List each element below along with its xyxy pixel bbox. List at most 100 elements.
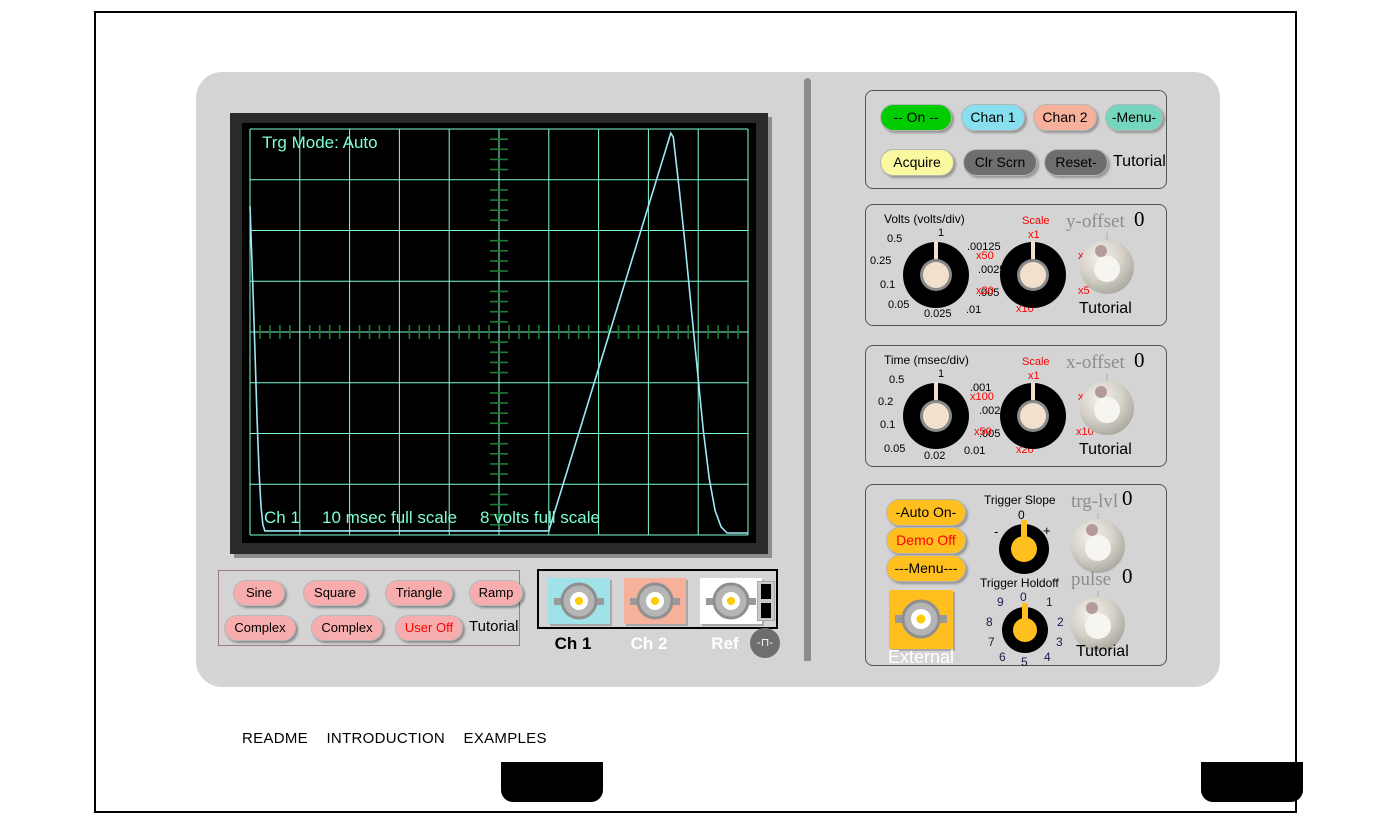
x-offset-value: 0: [1134, 348, 1145, 372]
doc-links: README INTRODUCTION EXAMPLES: [242, 730, 561, 747]
pulse-shape-button[interactable]: -⊓-: [750, 628, 780, 658]
trigger-holdoff-knob[interactable]: [1000, 603, 1050, 653]
control-tutorial-link[interactable]: Tutorial: [1113, 153, 1166, 171]
power-on-button[interactable]: -- On --: [880, 104, 952, 131]
holdoff-tick-8: 8: [986, 615, 993, 629]
y-offset-knob[interactable]: [1079, 239, 1135, 295]
y-offset-title: y-offset: [1066, 211, 1125, 232]
connector-label-ch2: Ch 2: [630, 634, 668, 653]
time-tick-002: .002: [979, 405, 1001, 417]
crt-display[interactable]: Trg Mode: Auto Ch 1 10 msec full scale 8…: [242, 123, 756, 543]
chan1-button[interactable]: Chan 1: [961, 104, 1025, 131]
case-divider: [804, 78, 811, 661]
time-tick-02: 0.02: [924, 450, 946, 462]
volts-panel-title: Volts (volts/div): [884, 212, 965, 226]
volts-tick-1: 1: [938, 227, 945, 239]
volts-tutorial-link[interactable]: Tutorial: [1079, 300, 1132, 318]
time-panel: Time (msec/div) 1 .001 .002 .005 0.01 0.…: [865, 345, 1167, 467]
holdoff-tick-7: 7: [988, 635, 995, 649]
trg-lvl-knob[interactable]: [1070, 518, 1126, 574]
reset-button[interactable]: Reset-: [1044, 149, 1108, 176]
link-examples[interactable]: EXAMPLES: [464, 730, 547, 747]
external-bnc-plate[interactable]: [889, 590, 953, 649]
time-scale-title: Scale: [1022, 356, 1050, 368]
volts-tick-05: 0.5: [887, 233, 903, 245]
time-tick-01b: 0.1: [880, 419, 896, 431]
waveform-square-button[interactable]: Square: [303, 580, 367, 606]
connector-label-ref: Ref: [711, 634, 739, 653]
bnc-plate-ch2[interactable]: [624, 578, 686, 624]
volts-tick-025: 0.25: [870, 255, 892, 267]
waveform-sine-button[interactable]: Sine: [233, 580, 285, 606]
trigger-holdoff-title: Trigger Holdoff: [980, 576, 1059, 590]
screen-channel-text: Ch 1: [264, 508, 300, 527]
volts-knob[interactable]: [902, 241, 970, 309]
trigger-tutorial-link[interactable]: Tutorial: [1076, 643, 1129, 661]
volts-scale-x1: x1: [1028, 229, 1040, 241]
bnc-plate-ref[interactable]: [700, 578, 762, 624]
pulse-title: pulse: [1071, 569, 1112, 590]
acquire-button[interactable]: Acquire: [880, 149, 954, 176]
volts-scale-knob[interactable]: [999, 241, 1067, 309]
holdoff-tick-2: 2: [1057, 615, 1064, 629]
bnc-icon-ch2: [630, 582, 680, 620]
trigger-menu-button[interactable]: ---Menu---: [886, 555, 966, 582]
screen-voltscale-text: 8 volts full scale: [480, 508, 600, 527]
volts-tick-0025b: 0.025: [924, 308, 952, 320]
time-scale-x100: x100: [970, 391, 994, 403]
time-knob[interactable]: [902, 382, 970, 450]
oscilloscope-case: Trg Mode: Auto Ch 1 10 msec full scale 8…: [196, 72, 1303, 802]
time-tick-1: 1: [938, 368, 945, 380]
time-panel-title: Time (msec/div): [884, 353, 969, 367]
waveform-complex1-button[interactable]: Complex: [224, 615, 296, 641]
x-offset-knob[interactable]: [1079, 380, 1135, 436]
menu-button[interactable]: -Menu-: [1105, 104, 1163, 131]
waveform-tutorial-link[interactable]: Tutorial: [469, 618, 518, 635]
bnc-icon-ref: [706, 582, 756, 620]
connector-panel: [537, 569, 778, 629]
link-introduction[interactable]: INTRODUCTION: [326, 730, 445, 747]
trigger-auto-button[interactable]: -Auto On-: [886, 499, 966, 526]
bnc-plate-ch1[interactable]: [548, 578, 610, 624]
volts-scale-x50: x50: [976, 250, 994, 262]
holdoff-tick-0: 0: [1020, 590, 1027, 604]
time-tutorial-link[interactable]: Tutorial: [1079, 441, 1132, 459]
pulse-value: 0: [1122, 564, 1133, 588]
volts-scale-x20: x20: [976, 285, 994, 297]
y-offset-value: 0: [1134, 207, 1145, 231]
volts-scale-title: Scale: [1022, 215, 1050, 227]
bnc-icon-ch1: [554, 582, 604, 620]
external-label: External: [888, 647, 955, 667]
terminal-strip-icon[interactable]: [757, 581, 775, 621]
waveform-ramp-button[interactable]: Ramp: [469, 580, 523, 606]
case-foot-left: [501, 762, 603, 802]
volts-panel: Volts (volts/div) 1 .00125 .0025 .005 .0…: [865, 204, 1167, 326]
waveform-complex2-button[interactable]: Complex: [311, 615, 383, 641]
trigger-slope-title: Trigger Slope: [984, 493, 1056, 507]
time-scale-x50: x50: [974, 426, 992, 438]
link-readme[interactable]: README: [242, 730, 308, 747]
clear-screen-button[interactable]: Clr Scrn: [963, 149, 1037, 176]
time-tick-02b: 0.2: [878, 396, 894, 408]
waveform-user-button[interactable]: User Off: [395, 615, 463, 641]
holdoff-tick-3: 3: [1056, 635, 1063, 649]
crt-canvas: Trg Mode: Auto Ch 1 10 msec full scale 8…: [242, 123, 756, 543]
crt-bezel: Trg Mode: Auto Ch 1 10 msec full scale 8…: [230, 113, 768, 554]
waveform-triangle-button[interactable]: Triangle: [385, 580, 453, 606]
trigger-demo-button[interactable]: Demo Off: [886, 527, 966, 554]
x-offset-title: x-offset: [1066, 352, 1125, 373]
trigger-slope-knob[interactable]: [997, 520, 1051, 574]
case-foot-right: [1201, 762, 1303, 802]
trg-lvl-title: trg-lvl: [1071, 491, 1119, 512]
connector-label-ch1: Ch 1: [554, 634, 592, 653]
time-scale-knob[interactable]: [999, 382, 1067, 450]
holdoff-tick-5: 5: [1021, 655, 1028, 669]
trigger-panel: -Auto On- Demo Off ---Menu--- External T…: [865, 484, 1167, 669]
bnc-icon-external: [895, 599, 947, 639]
waveform-button-panel: Sine Square Triangle Ramp Complex Comple…: [218, 570, 523, 646]
chan2-button[interactable]: Chan 2: [1033, 104, 1097, 131]
trg-mode-text: Trg Mode: Auto: [262, 133, 378, 152]
screen-timebase-text: 10 msec full scale: [322, 508, 457, 527]
trg-lvl-value: 0: [1122, 486, 1133, 510]
volts-tick-01b: 0.1: [880, 279, 896, 291]
